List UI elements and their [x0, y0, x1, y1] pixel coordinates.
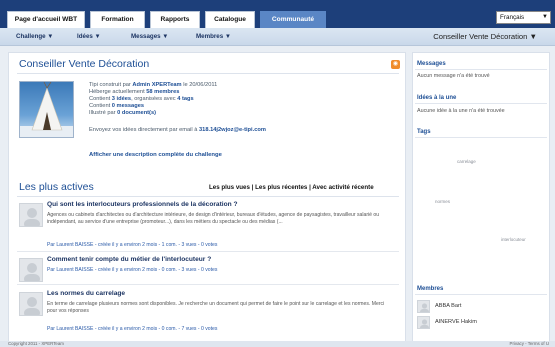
- divider: [415, 103, 547, 104]
- copyright-text: Copyright 2011 - XPERTeam: [8, 341, 64, 346]
- section-heading: Les plus actives: [19, 181, 94, 193]
- text: Contient: [89, 103, 112, 109]
- idea-meta[interactable]: Par Laurent BAISSE - créée il y a enviro…: [47, 242, 217, 248]
- divider: [415, 69, 547, 70]
- footer: Copyright 2011 - XPERTeam Privacy - Term…: [0, 341, 555, 347]
- language-select[interactable]: Français ▼: [496, 11, 551, 24]
- divider: [415, 137, 547, 138]
- secondary-navigation: Challenge ▼ Idées ▼ Messages ▼ Membres ▼…: [0, 28, 555, 46]
- page-title: Conseiller Vente Décoration: [19, 58, 150, 70]
- member-item[interactable]: AINERVE Hakim: [417, 316, 545, 330]
- divider: [415, 294, 547, 295]
- tag-link[interactable]: normes: [435, 199, 450, 204]
- current-challenge-menu[interactable]: Conseiller Vente Décoration ▼: [433, 32, 537, 41]
- tab-label: Rapports: [160, 16, 190, 23]
- text: , organisées avec: [131, 96, 178, 102]
- rss-icon[interactable]: ◉: [391, 60, 400, 69]
- menu-idees[interactable]: Idées ▼: [77, 33, 101, 40]
- avatar: [19, 292, 43, 316]
- members-count-line: Héberge actuellement 58 membres: [89, 89, 179, 95]
- featured-ideas-empty-text: Aucune idée à la une n'a été trouvée: [417, 108, 505, 114]
- members-heading: Membres: [417, 286, 444, 292]
- text: Contient: [89, 96, 112, 102]
- main-panel: Conseiller Vente Décoration ◉ Tipi const…: [8, 52, 406, 342]
- sidebar: Messages Aucun message n'a été trouvé Id…: [412, 52, 550, 342]
- footer-links[interactable]: Privacy - Terms of U: [510, 341, 549, 346]
- members-link[interactable]: 58 membres: [146, 89, 179, 95]
- avatar: [417, 316, 430, 329]
- tab-label: Page d'accueil WBT: [14, 16, 78, 23]
- messages-empty-text: Aucun message n'a été trouvé: [417, 73, 490, 79]
- idea-title-link[interactable]: Les normes du carrelage: [47, 290, 125, 297]
- idea-item: Qui sont les interlocuteurs professionne…: [17, 201, 399, 252]
- tab-page-accueil-wbt[interactable]: Page d'accueil WBT: [7, 11, 85, 28]
- text: le 20/06/2011: [181, 82, 218, 88]
- documents-link[interactable]: 0 document(s): [117, 110, 156, 116]
- sort-links[interactable]: Les plus vues | Les plus récentes | Avec…: [209, 184, 374, 191]
- member-name: AINERVE Hakim: [435, 319, 477, 325]
- messages-count-line: Contient 0 messages: [89, 103, 144, 109]
- divider: [17, 284, 399, 285]
- tab-label: Formation: [101, 16, 134, 23]
- tab-label: Communauté: [271, 16, 315, 23]
- show-description-link[interactable]: Afficher une description complète du cha…: [89, 152, 222, 158]
- idea-meta[interactable]: Par Laurent BAISSE - créée il y a enviro…: [47, 326, 217, 332]
- menu-messages[interactable]: Messages ▼: [131, 33, 168, 40]
- idea-meta[interactable]: Par Laurent BAISSE - créée il y a enviro…: [47, 267, 217, 273]
- divider: [17, 251, 399, 252]
- text: Tipi construit par: [89, 82, 133, 88]
- member-name: ABBA Bart: [435, 303, 462, 309]
- avatar: [19, 203, 43, 227]
- divider: [17, 73, 399, 74]
- tab-catalogue[interactable]: Catalogue: [205, 11, 255, 28]
- idea-description: En terme de carrelage plusieurs normes s…: [47, 301, 385, 314]
- avatar: [417, 300, 430, 313]
- tab-communaute[interactable]: Communauté: [260, 11, 326, 28]
- tags-link[interactable]: 4 tags: [177, 96, 193, 102]
- chevron-down-icon: ▼: [542, 14, 548, 20]
- text: Illustré par: [89, 110, 118, 116]
- text: Envoyez vos idées directement par email …: [89, 127, 200, 133]
- author-link[interactable]: Admin XPERTeam: [132, 82, 181, 88]
- messages-heading: Messages: [417, 61, 446, 67]
- divider: [17, 196, 399, 197]
- menu-challenge[interactable]: Challenge ▼: [16, 33, 53, 40]
- avatar: [19, 258, 43, 282]
- idea-item: Les normes du carrelage En terme de carr…: [17, 290, 399, 338]
- tag-link[interactable]: interlocuteur: [501, 237, 526, 242]
- idea-title-link[interactable]: Comment tenir compte du métier de l'inte…: [47, 256, 211, 263]
- featured-ideas-heading: Idées à la une: [417, 95, 457, 101]
- idea-title-link[interactable]: Qui sont les interlocuteurs professionne…: [47, 201, 238, 208]
- tag-link[interactable]: carrelage: [457, 159, 476, 164]
- member-item[interactable]: ABBA Bart: [417, 300, 545, 314]
- built-by-line: Tipi construit par Admin XPERTeam le 20/…: [89, 82, 217, 88]
- ideas-count-line: Contient 3 idées, organisées avec 4 tags: [89, 96, 194, 102]
- menu-membres[interactable]: Membres ▼: [196, 33, 231, 40]
- idea-item: Comment tenir compte du métier de l'inte…: [17, 256, 399, 285]
- tab-formation[interactable]: Formation: [90, 11, 145, 28]
- idea-description: Agences ou cabinets d'architectes ou d'a…: [47, 212, 380, 225]
- ideas-link[interactable]: 3 idées: [112, 96, 131, 102]
- tags-heading: Tags: [417, 129, 431, 135]
- challenge-image: [19, 81, 74, 138]
- tab-label: Catalogue: [214, 16, 246, 23]
- documents-count-line: Illustré par 0 document(s): [89, 110, 156, 116]
- text: Héberge actuellement: [89, 89, 147, 95]
- language-value: Français: [500, 14, 525, 21]
- messages-link[interactable]: 0 messages: [112, 103, 144, 109]
- email-line: Envoyez vos idées directement par email …: [89, 127, 266, 133]
- tab-rapports[interactable]: Rapports: [150, 11, 200, 28]
- top-navigation-bar: Page d'accueil WBT Formation Rapports Ca…: [0, 0, 555, 28]
- email-link[interactable]: 318.14j2wjoz@e-tipi.com: [199, 127, 266, 133]
